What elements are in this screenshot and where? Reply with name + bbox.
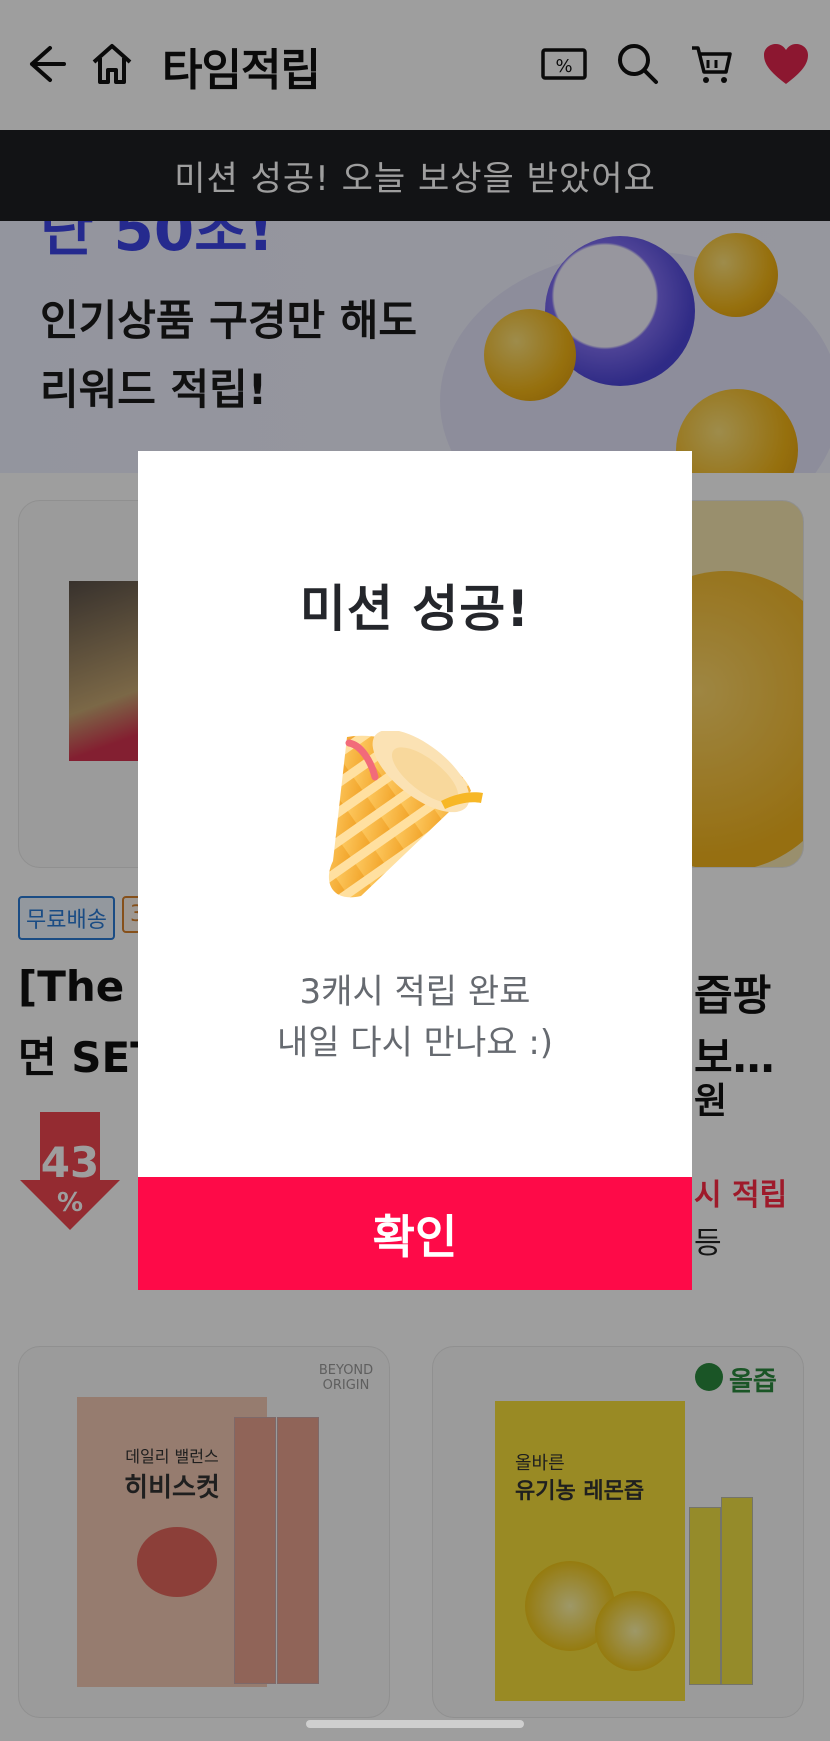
party-cone-icon [321,729,507,903]
confirm-button[interactable]: 확인 [138,1177,692,1290]
dialog-message-line-2: 내일 다시 만나요 :) [276,1023,554,1063]
mission-success-dialog: 미션 성공! 3캐시 적립 완료 내일 다시 만나요 :) 확인 [138,451,692,1290]
dialog-message-line-1: 3캐시 적립 완료 [299,972,531,1012]
dialog-title: 미션 성공! [299,580,531,638]
home-indicator[interactable] [306,1720,524,1728]
